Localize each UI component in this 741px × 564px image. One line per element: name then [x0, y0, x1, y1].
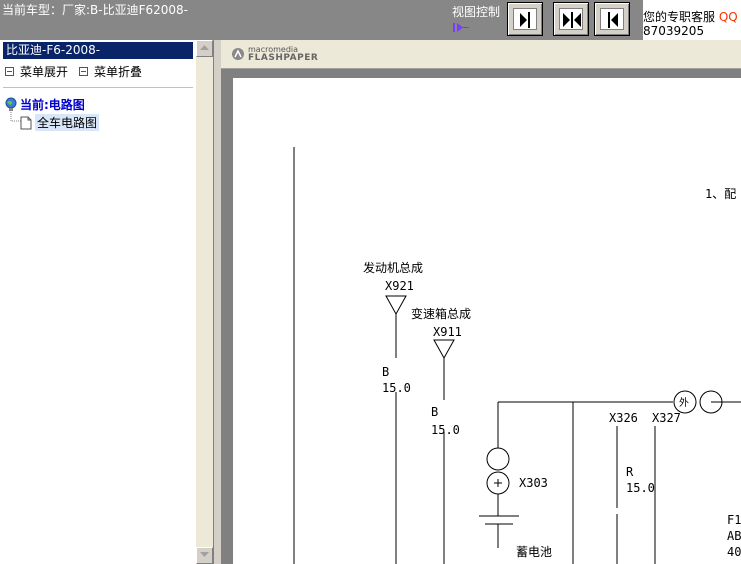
label-x911: X911 — [433, 325, 462, 339]
wiring-diagram: 1、配 发动机总成 X921 变速箱总成 X911 B 15.0 B 15.0 … — [293, 147, 741, 564]
qq-link[interactable]: QQ — [719, 10, 738, 24]
label-x327: X327 — [652, 411, 681, 425]
arrow-down-icon — [200, 552, 209, 557]
document-page[interactable]: 1、配 发动机总成 X921 变速箱总成 X911 B 15.0 B 15.0 … — [233, 78, 741, 564]
logo-main-text: FLASHPAPER — [248, 53, 319, 63]
panel-title[interactable]: 比亚迪-F6-2008- — [3, 42, 193, 59]
tree-item-full-vehicle-diagram[interactable]: 全车电路图 — [20, 114, 100, 131]
battery-plus-icon — [494, 479, 502, 487]
label-b2: B — [431, 405, 438, 419]
label-40: 40 — [727, 545, 741, 559]
current-model-title: 当前车型：厂家:B-比亚迪F62008- — [2, 3, 189, 17]
label-v1: 15.0 — [382, 381, 411, 395]
view-control-label: 视图控制 — [452, 5, 501, 19]
tree-root-label: 当前:电路图 — [20, 98, 85, 112]
customer-service-text: 您的专职客服 — [643, 10, 716, 24]
flashpaper-logo: macromedia FLASHPAPER — [231, 45, 318, 63]
menu-collapse-label: 菜单折叠 — [94, 65, 143, 79]
split-view-button[interactable] — [553, 2, 589, 36]
top-bar: 当前车型：厂家:B-比亚迪F62008- 视图控制 您的专职客服 QQ 8703… — [0, 0, 741, 40]
label-b1: B — [382, 365, 389, 379]
label-battery: 蓄电池 — [516, 545, 552, 559]
customer-service-panel: 您的专职客服 QQ 87039205 — [643, 0, 741, 40]
menu-collapse-button[interactable]: 菜单折叠 — [79, 63, 142, 80]
left-navigation-panel: 比亚迪-F6-2008- 菜单展开 菜单折叠 当前:电路图 全车电路图 — [0, 40, 214, 564]
label-wai: 外 — [679, 397, 689, 409]
label-x303: X303 — [519, 476, 548, 490]
label-v2: 15.0 — [431, 423, 460, 437]
arrow-right-bar-icon — [520, 12, 530, 28]
tree-item-label: 全车电路图 — [35, 114, 100, 131]
divider — [3, 87, 193, 88]
label-transmission: 变速箱总成 — [411, 306, 471, 321]
customer-service-number: 87039205 — [643, 24, 705, 38]
menu-expand-label: 菜单展开 — [20, 65, 69, 79]
diagram-heading: 1、配 — [705, 187, 736, 201]
label-r: R — [626, 465, 634, 479]
expand-box-icon — [5, 67, 14, 76]
document-icon — [20, 116, 32, 129]
view-control-indicator-icon — [453, 23, 469, 32]
arrow-up-icon — [200, 45, 209, 50]
scroll-down-button[interactable] — [196, 547, 213, 564]
menu-expand-button[interactable]: 菜单展开 — [5, 63, 68, 80]
viewer-toolbar: macromedia FLASHPAPER — [221, 40, 741, 69]
label-x921: X921 — [385, 279, 414, 293]
expand-left-button[interactable] — [594, 2, 630, 36]
arrow-left-bar-icon — [608, 12, 618, 28]
label-engine: 发动机总成 — [363, 260, 423, 275]
label-ab: AB — [727, 529, 741, 543]
expand-right-button[interactable] — [507, 2, 543, 36]
label-v3: 15.0 — [626, 481, 655, 495]
scroll-up-button[interactable] — [196, 40, 213, 57]
left-panel-scrollbar[interactable] — [196, 40, 213, 564]
arrows-inward-icon — [563, 12, 581, 28]
label-f1: F1 — [727, 513, 741, 527]
label-x326: X326 — [609, 411, 638, 425]
collapse-box-icon — [79, 67, 88, 76]
diagram-lines — [293, 147, 741, 564]
macromedia-logo-icon — [232, 48, 244, 60]
document-viewer: macromedia FLASHPAPER 1、配 发动机总成 X921 变速箱… — [221, 40, 741, 564]
